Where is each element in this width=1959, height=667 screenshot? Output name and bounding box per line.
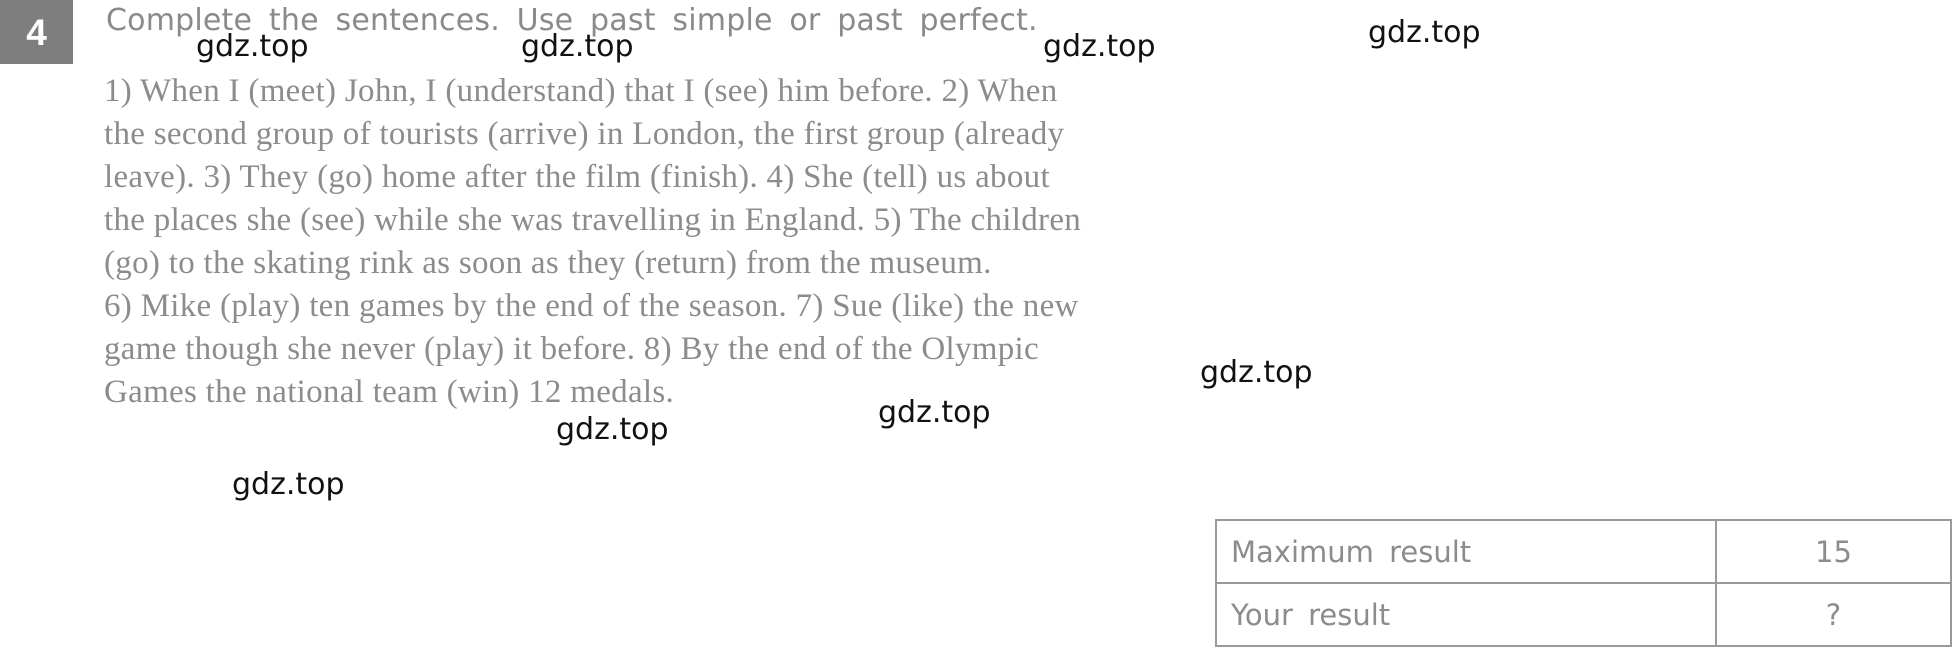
body-line: (go) to the skating rink as soon as they… (104, 245, 992, 281)
watermark: gdz.top (1368, 15, 1481, 50)
watermark: gdz.top (232, 467, 345, 502)
maximum-result-label: Maximum result (1215, 519, 1717, 584)
watermark: gdz.top (556, 412, 669, 447)
body-line: leave). 3) They (go) home after the film… (104, 159, 1050, 195)
body-line: 6) Mike (play) ten games by the end of t… (104, 288, 1079, 324)
maximum-result-value: 15 (1715, 519, 1952, 584)
results-table: Maximum result 15 Your result ? (1215, 519, 1952, 647)
exercise-body-text: 1) When I (meet) John, I (understand) th… (104, 70, 1959, 414)
your-result-value[interactable]: ? (1715, 582, 1952, 647)
body-line: 1) When I (meet) John, I (understand) th… (104, 73, 1058, 109)
exercise-number: 4 (26, 11, 47, 53)
watermark: gdz.top (196, 29, 309, 64)
body-line: Games the national team (win) 12 medals. (104, 374, 675, 410)
table-row: Your result ? (1215, 582, 1952, 647)
watermark: gdz.top (1043, 29, 1156, 64)
watermark: gdz.top (521, 29, 634, 64)
your-result-label: Your result (1215, 582, 1717, 647)
exercise-number-badge: 4 (0, 0, 73, 64)
watermark: gdz.top (878, 395, 991, 430)
body-line: game though she never (play) it before. … (104, 331, 1039, 367)
table-row: Maximum result 15 (1215, 519, 1952, 584)
body-line: the second group of tourists (arrive) in… (104, 116, 1065, 152)
body-line: the places she (see) while she was trave… (104, 202, 1082, 238)
watermark: gdz.top (1200, 355, 1313, 390)
